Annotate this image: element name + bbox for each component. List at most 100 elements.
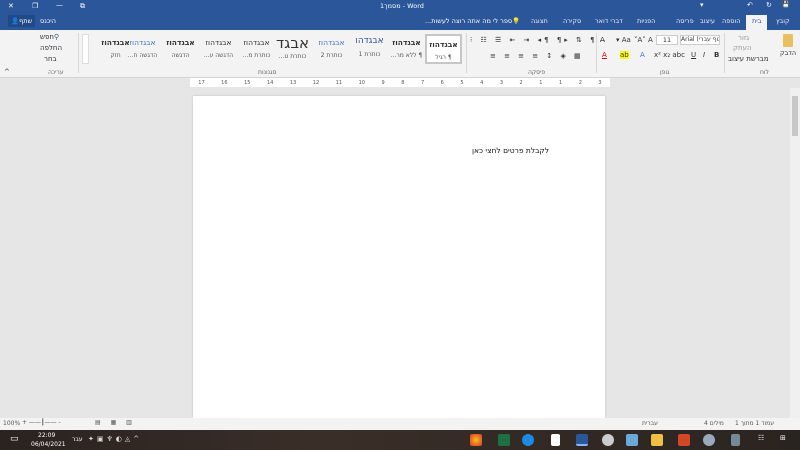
font-group-label: גופן	[660, 69, 670, 76]
change-case-button[interactable]: Aa ▾	[616, 36, 631, 44]
tell-me-search[interactable]: 💡ספר לי מה אתה רוצה לעשות...	[425, 17, 520, 25]
start-icon[interactable]: ⊞	[780, 434, 786, 442]
system-tray-icons[interactable]: ✦▣♆◐◬^	[88, 435, 142, 443]
view-buttons[interactable]: ▤ ▦ ▥	[95, 419, 136, 426]
excel-icon[interactable]	[498, 434, 510, 446]
tab-references[interactable]: הפניות	[637, 17, 655, 25]
style-title[interactable]: אבגד כותרת ט...	[274, 34, 311, 64]
collapse-ribbon-icon[interactable]: ^	[4, 68, 10, 76]
style-normal[interactable]: אבגדהוז ¶ רגיל	[425, 34, 462, 64]
style-sample: אבגדהוז	[429, 40, 458, 49]
document-page[interactable]	[193, 96, 605, 418]
text-effects-button[interactable]: A	[640, 51, 645, 59]
app-icon[interactable]	[626, 434, 638, 446]
font-size-input[interactable]: 11	[656, 35, 678, 45]
input-language[interactable]: עבר	[72, 436, 83, 443]
ribbon-display-options-button[interactable]: ⧉	[80, 2, 85, 11]
redo-button[interactable]: ↻	[766, 1, 772, 9]
tab-home[interactable]: בית	[746, 15, 768, 30]
word-count[interactable]: 4 מילים	[704, 420, 724, 427]
tab-view[interactable]: תצוגה	[531, 17, 548, 25]
share-button[interactable]: 👤שתף	[8, 15, 36, 27]
font-name-input[interactable]: Arial (גוף עברי)	[680, 35, 720, 45]
copy-button[interactable]: העתק	[733, 44, 752, 52]
clock-date[interactable]: 06/04/2021	[31, 441, 66, 448]
replace-button[interactable]: החלפה	[40, 44, 62, 52]
file-explorer-icon[interactable]	[651, 434, 663, 446]
zoom-level[interactable]: 100%	[3, 420, 20, 427]
style-intense-emphasis[interactable]: אבגדהוז הדגשה ח...	[124, 34, 161, 64]
clipboard-group-label: לוח	[760, 69, 769, 76]
restore-button[interactable]: ❐	[32, 2, 38, 10]
help-icon[interactable]	[522, 434, 534, 446]
style-heading-1[interactable]: אבגדהו כותרת 1	[351, 34, 388, 64]
scrollbar-thumb[interactable]	[792, 96, 798, 136]
tab-insert[interactable]: הוספה	[722, 17, 741, 25]
style-no-spacing[interactable]: אבגדהוז ¶ ללא מר...	[388, 34, 425, 64]
undo-button[interactable]: ↶	[747, 1, 753, 9]
style-name: הדגשה ע...	[203, 52, 234, 59]
notifications-icon[interactable]: ▭	[10, 434, 19, 444]
tab-layout[interactable]: פריסה	[676, 17, 694, 25]
document-text[interactable]: לקבלת פרטים לחצי כאן	[472, 146, 549, 155]
style-subtitle[interactable]: אבגדהוז כותרת מ...	[238, 34, 275, 64]
chrome-icon[interactable]	[470, 434, 482, 446]
underline-button[interactable]: U	[691, 51, 696, 59]
file-icon[interactable]	[551, 434, 560, 446]
tab-file[interactable]: קובץ	[776, 17, 790, 25]
app-icon[interactable]	[703, 434, 715, 446]
document-paragraph[interactable]: לקבלת פרטים לחצי כאן	[472, 146, 549, 155]
clipboard-icon	[783, 34, 793, 47]
clock-time[interactable]: 22:09	[38, 432, 55, 439]
divider	[724, 33, 725, 73]
paragraph-row-2[interactable]: ▦ ◈ ↕ ≡ ≡ ≡ ≡	[490, 52, 584, 60]
superscript-button[interactable]: x² x₂ abc	[654, 51, 685, 59]
style-name: הדגשה	[171, 52, 190, 59]
select-button[interactable]: בחר	[44, 55, 57, 63]
horizontal-ruler[interactable]: 17 16 15 14 13 12 11 10 9 8 7 6 5 4 3 2 1 1 2 3	[190, 78, 610, 87]
tab-mailings[interactable]: דברי דואר	[595, 17, 623, 25]
calculator-icon[interactable]	[731, 434, 740, 446]
ruler-tick: 16	[221, 79, 228, 86]
tab-design[interactable]: עיצוב	[700, 17, 715, 25]
paragraph-row-1[interactable]: ¶ ⇅ ▸¶ ¶◂ ⇥ ⇤ ☰ ☷ ⁝	[470, 36, 598, 44]
task-view-icon[interactable]: ☷	[758, 434, 764, 442]
ruler-tick: 14	[266, 79, 274, 86]
search-icon: ⚲	[53, 33, 60, 41]
word-icon[interactable]	[576, 434, 588, 446]
style-sample: אבגדהו	[355, 36, 384, 46]
paste-button[interactable]: הדבק	[780, 32, 796, 68]
tab-review[interactable]: סקירה	[563, 17, 581, 25]
qat-customize-button[interactable]: ▾	[700, 1, 704, 9]
style-name: ¶ רגיל	[435, 54, 452, 61]
powerpoint-icon[interactable]	[678, 434, 690, 446]
ribbon: ⚲חפש החלפה בחר עריכה ^ אבגדהוז חזק אבגדהו…	[0, 30, 800, 78]
language-status[interactable]: עברית	[642, 420, 658, 427]
cut-button[interactable]: גזור	[738, 34, 749, 42]
page-count[interactable]: עמוד 1 מתוך 1	[735, 420, 774, 427]
app-icon[interactable]	[602, 434, 614, 446]
style-emphasis[interactable]: אבגדהוז הדגשה	[162, 34, 199, 64]
style-subtle-emphasis[interactable]: אבגדהוז הדגשה ע...	[200, 34, 237, 64]
find-button[interactable]: ⚲חפש	[40, 33, 59, 41]
close-button[interactable]: ✕	[8, 2, 14, 10]
save-button[interactable]: 💾	[782, 1, 789, 8]
font-size-buttons[interactable]: A˄ A˅	[634, 36, 653, 44]
minimize-button[interactable]: —	[56, 1, 63, 9]
bold-button[interactable]: B	[714, 51, 719, 59]
italic-button[interactable]: I	[703, 51, 705, 59]
format-painter-button[interactable]: מברשת עיצוב	[728, 55, 769, 63]
ruler-tick: 8	[401, 79, 405, 86]
style-heading-2[interactable]: אבגדהוז כותרת 2	[313, 34, 350, 64]
ruler-tick: 11	[335, 79, 343, 86]
highlight-button[interactable]: ab	[620, 51, 629, 59]
signin-link[interactable]: היכנס	[40, 17, 56, 25]
clear-formatting-icon[interactable]: A̶	[600, 36, 605, 44]
tell-me-placeholder: ספר לי מה אתה רוצה לעשות...	[425, 17, 513, 25]
title-bar: ✕ ❐ — ⧉ מסמך1 - Word ▾ ↶ ↻ 💾	[0, 0, 800, 13]
style-sample: אבגדהוז	[318, 38, 345, 47]
vertical-scrollbar[interactable]	[790, 88, 800, 418]
zoom-slider[interactable]: + ——┃—— -	[22, 419, 61, 426]
font-color-button[interactable]: A	[602, 51, 607, 59]
styles-scroll[interactable]	[82, 34, 89, 64]
